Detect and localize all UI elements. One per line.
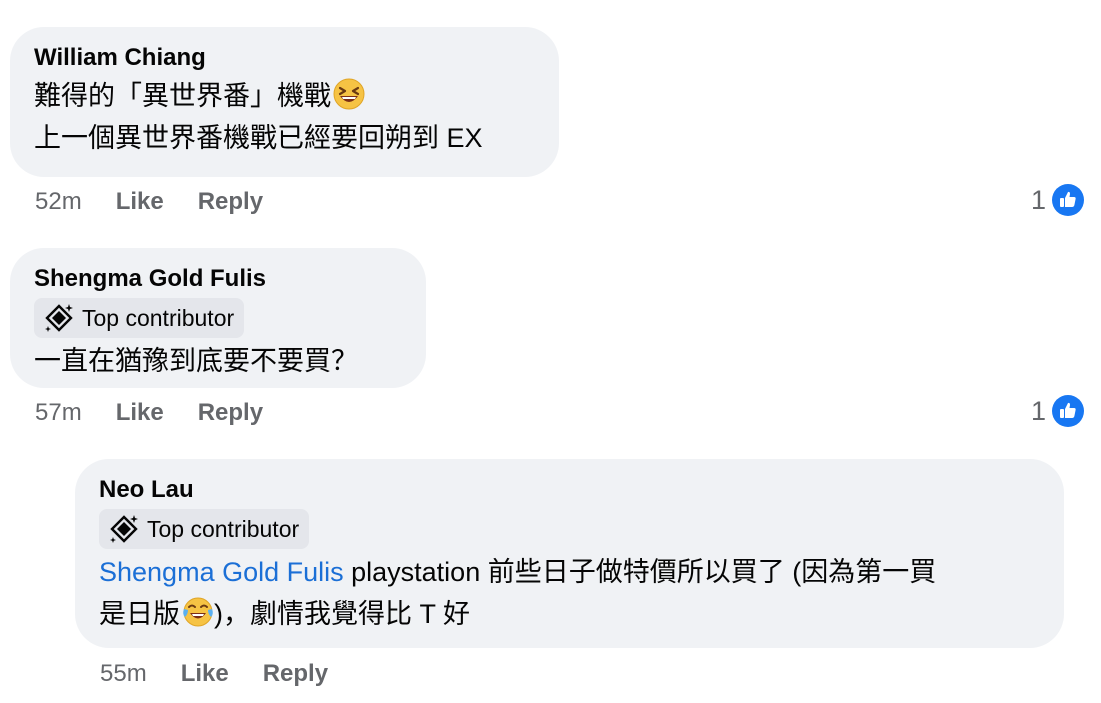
comment-text-line: 一直在猶豫到底要不要買？ (34, 346, 358, 376)
comment-author[interactable]: Shengma Gold Fulis (34, 262, 402, 296)
comment-actions: 55m Like Reply (100, 660, 362, 688)
badge-label: Top contributor (147, 516, 300, 542)
like-button[interactable]: Like (116, 188, 164, 216)
reply-button[interactable]: Reply (263, 660, 328, 688)
comment-text: 一直在猶豫到底要不要買？ (34, 340, 402, 382)
comment-bubble: William Chiang 難得的「異世界番」機戰 上一個異世界番機戰已經要回… (10, 27, 559, 177)
comment-text-line: 難得的「異世界番」機戰 (34, 81, 331, 111)
sparkle-diamond-icon (45, 304, 73, 332)
grinning-squinting-face-icon (333, 78, 365, 110)
comment-timestamp[interactable]: 57m (35, 399, 82, 427)
reaction-summary[interactable]: 1 (1031, 395, 1085, 427)
comment-bubble: Neo Lau Top contributor Shengma Gold Ful… (75, 459, 1064, 648)
reaction-summary[interactable]: 1 (1031, 184, 1085, 216)
comment-timestamp[interactable]: 55m (100, 660, 147, 688)
top-contributor-badge[interactable]: Top contributor (34, 298, 245, 338)
face-with-tears-of-joy-icon (183, 597, 213, 627)
thumbs-up-icon (1052, 184, 1085, 216)
comment-text-segment: )，劇情我覺得比 T 好 (214, 599, 470, 629)
comment-text-line: 上一個異世界番機戰已經要回朔到 EX (34, 123, 483, 153)
badge-label: Top contributor (82, 305, 235, 331)
comment-text-segment: playstation 前些日子做特價所以買了 (因為第一買 (343, 557, 937, 587)
reply-neo-lau: Neo Lau Top contributor Shengma Gold Ful… (75, 459, 1064, 648)
comment-timestamp[interactable]: 52m (35, 188, 82, 216)
sparkle-diamond-icon (110, 515, 138, 543)
reaction-count: 1 (1031, 184, 1047, 215)
like-button[interactable]: Like (181, 660, 229, 688)
comment-author[interactable]: William Chiang (34, 41, 535, 75)
reply-button[interactable]: Reply (198, 399, 263, 427)
mention-link[interactable]: Shengma Gold Fulis (99, 557, 344, 587)
like-button[interactable]: Like (116, 399, 164, 427)
comment-actions: 57m Like Reply (35, 399, 297, 427)
comment-william-chiang: William Chiang 難得的「異世界番」機戰 上一個異世界番機戰已經要回… (10, 27, 559, 177)
comment-author[interactable]: Neo Lau (99, 473, 1040, 507)
thumbs-up-icon (1052, 395, 1085, 427)
comment-text: Shengma Gold Fulis playstation 前些日子做特價所以… (99, 551, 1040, 635)
comment-text-segment: 是日版 (99, 599, 180, 629)
top-contributor-badge[interactable]: Top contributor (99, 509, 310, 549)
reply-button[interactable]: Reply (198, 188, 263, 216)
reaction-count: 1 (1031, 395, 1047, 426)
comments-thread: William Chiang 難得的「異世界番」機戰 上一個異世界番機戰已經要回… (0, 0, 1101, 703)
comment-shengma-gold-fulis: Shengma Gold Fulis Top contributor 一直在猶豫… (10, 248, 426, 388)
comment-actions: 52m Like Reply (35, 188, 297, 216)
comment-text: 難得的「異世界番」機戰 上一個異世界番機戰已經要回朔到 EX (34, 75, 535, 159)
comment-bubble: Shengma Gold Fulis Top contributor 一直在猶豫… (10, 248, 426, 388)
